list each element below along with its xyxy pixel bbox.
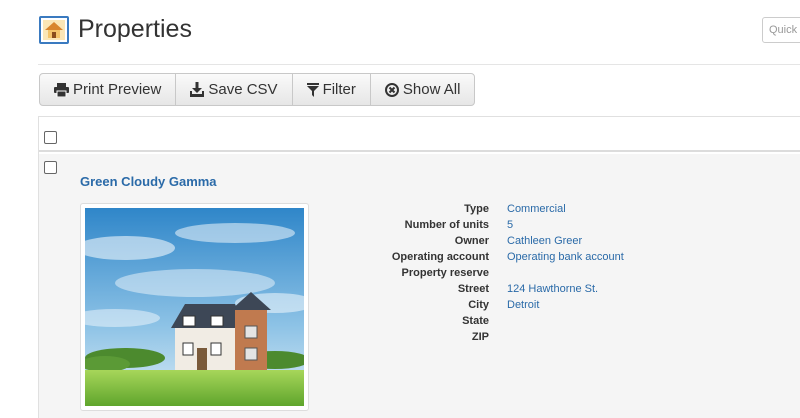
select-all-checkbox[interactable] (44, 131, 57, 144)
list-header (39, 116, 800, 152)
detail-value[interactable]: 5 (507, 219, 747, 231)
detail-label: Number of units (404, 219, 489, 231)
header-divider (38, 64, 800, 65)
filter-label: Filter (322, 81, 356, 98)
circle-x-icon (384, 82, 399, 97)
print-preview-label: Print Preview (73, 81, 162, 98)
properties-list: Green Cloudy Gamma Type Commercial Numbe… (38, 116, 800, 418)
detail-label: Owner (454, 235, 489, 247)
detail-label: Operating account (391, 251, 489, 263)
download-icon (190, 82, 205, 97)
detail-value[interactable]: Detroit (507, 299, 747, 311)
detail-value[interactable]: Cathleen Greer (507, 235, 747, 247)
show-all-button[interactable]: Show All (371, 74, 475, 105)
property-photo[interactable] (85, 208, 304, 406)
filter-icon (306, 82, 319, 97)
detail-label: City (468, 299, 489, 311)
property-row: Green Cloudy Gamma Type Commercial Numbe… (39, 154, 800, 418)
print-preview-button[interactable]: Print Preview (40, 74, 177, 105)
page: Properties Quick Print Preview Save CSV … (0, 0, 800, 418)
quick-search-input[interactable]: Quick (762, 17, 800, 43)
properties-house-icon (39, 16, 69, 44)
filter-button[interactable]: Filter (293, 74, 371, 105)
save-csv-label: Save CSV (208, 81, 278, 98)
page-header: Properties Quick (0, 0, 800, 64)
property-photo-frame (80, 203, 309, 411)
detail-value[interactable]: 124 Hawthorne St. (507, 283, 747, 295)
show-all-label: Show All (402, 81, 461, 98)
detail-label: Street (457, 283, 489, 295)
save-csv-button[interactable]: Save CSV (176, 74, 293, 105)
row-select-checkbox[interactable] (44, 161, 57, 174)
detail-value[interactable]: Operating bank account (507, 251, 747, 263)
detail-value[interactable]: Commercial (507, 203, 747, 215)
toolbar: Print Preview Save CSV Filter Show All (39, 73, 476, 106)
detail-label: State (462, 315, 489, 327)
printer-icon (54, 82, 69, 97)
page-title: Properties (78, 15, 192, 43)
detail-label: Type (464, 203, 489, 215)
detail-label: Property reserve (401, 267, 489, 279)
property-name-link[interactable]: Green Cloudy Gamma (80, 174, 217, 189)
detail-label: ZIP (471, 331, 489, 343)
